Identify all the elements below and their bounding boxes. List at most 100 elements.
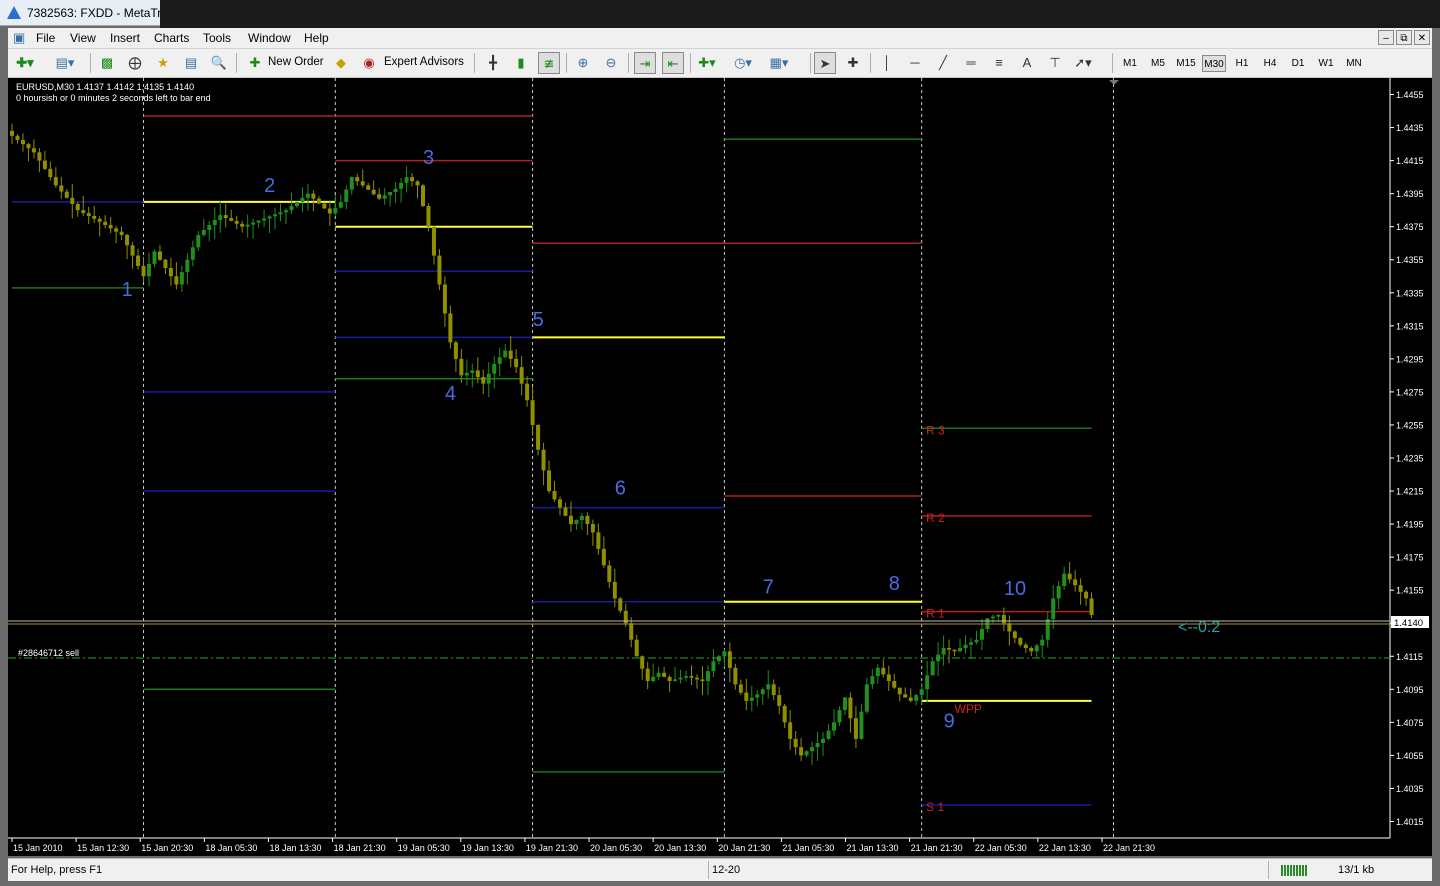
menu-charts[interactable]: Charts [154,31,189,45]
menu-insert[interactable]: Insert [110,31,140,45]
candle-body [1062,573,1067,587]
expert-advisors-icon[interactable]: ◉ [358,52,380,74]
navigator-icon[interactable]: ★ [152,52,174,74]
candle-body [892,681,897,688]
timeframe-m1[interactable]: M1 [1118,55,1142,72]
desktop-strip [160,0,1440,28]
zoom-out-icon[interactable]: ⊖ [600,52,622,74]
candle-body [826,730,831,739]
timeframe-m5[interactable]: M5 [1146,55,1170,72]
templates-icon[interactable]: ▦▾ [768,52,790,74]
candle-body [979,629,984,640]
expert-advisors-button[interactable]: Expert Advisors [384,56,464,68]
candle-body [31,148,36,153]
menu-view[interactable]: View [70,31,96,45]
market-watch-icon[interactable]: ▩ [96,52,118,74]
timeframe-m15[interactable]: M15 [1174,55,1198,72]
price-tick-label: 1.4315 [1396,321,1424,331]
candle-body [700,679,705,682]
restore-icon[interactable]: ⧉ [1396,30,1412,45]
minimize-icon[interactable]: – [1378,30,1394,45]
candlestick-icon[interactable]: ▮ [510,52,532,74]
candle-body [349,177,354,190]
candle-body [579,515,584,520]
timeframe-m30[interactable]: M30 [1202,55,1226,72]
new-chart-icon[interactable]: ✚▾ [14,52,36,74]
toolbar-separator [236,53,237,73]
wave-annotation-9: 9 [944,710,955,732]
candle-body [459,358,464,376]
candle-body [799,747,804,756]
timeframe-w1[interactable]: W1 [1314,55,1338,72]
candle-body [1073,579,1078,586]
candle-body [333,207,338,214]
crosshair-icon[interactable]: ✚ [842,52,864,74]
menu-help[interactable]: Help [304,31,329,45]
arrows-icon[interactable]: ➚▾ [1072,52,1094,74]
bar-chart-icon[interactable]: ╋ [482,52,504,74]
timeframe-d1[interactable]: D1 [1286,55,1310,72]
candle-body [464,372,469,376]
time-tick-label: 20 Jan 05:30 [590,843,642,853]
candle-body [289,206,294,211]
timeframe-h1[interactable]: H1 [1230,55,1254,72]
candle-body [738,684,743,693]
menu-file[interactable]: File [36,31,55,45]
chart-shift-icon[interactable]: ⇤ [662,52,684,74]
candle-body [969,642,973,645]
candle-body [777,695,782,706]
candle-body [755,694,760,698]
candle-body [886,674,891,682]
timeframe-h4[interactable]: H4 [1258,55,1282,72]
new-order-icon[interactable]: ✚ [244,52,266,74]
time-tick-label: 20 Jan 21:30 [718,843,770,853]
vertical-line-icon[interactable]: │ [876,52,898,74]
candle-body [53,177,58,186]
horizontal-line-icon[interactable]: ─ [904,52,926,74]
candle-body [426,206,431,227]
candle-body [1034,645,1039,652]
trendline-icon[interactable]: ╱ [932,52,954,74]
menu-tools[interactable]: Tools [203,31,231,45]
time-tick-label: 15 Jan 12:30 [77,843,129,853]
terminal-icon[interactable]: ▤ [180,52,202,74]
line-chart-icon[interactable]: ≇ [538,52,560,74]
zoom-in-icon[interactable]: ⊕ [572,52,594,74]
candle-body [486,373,491,384]
equidistant-channel-icon[interactable]: ═ [960,52,982,74]
candle-body [695,677,699,680]
profiles-icon[interactable]: ▤▾ [54,52,76,74]
cursor-icon[interactable]: ➤ [814,52,836,74]
candle-body [86,213,91,216]
candle-body [344,189,349,202]
candle-body [136,255,141,266]
candle-body [1023,644,1028,648]
new-order-button[interactable]: New Order [268,56,324,68]
candle-body [771,684,776,696]
candle-body [1018,638,1023,645]
candle-body [1001,614,1006,624]
price-chart[interactable]: 1.4455 1.4435 1.4415 1.4395 1.4375 1.4355 1.43… [8,78,1432,856]
periods-icon[interactable]: ◷▾ [732,52,754,74]
candle-body [448,313,453,343]
metaeditor-icon[interactable]: ◆ [330,52,352,74]
candle-body [656,672,661,677]
candle-body [782,705,787,723]
chart-canvas[interactable]: 1.4455 1.4435 1.4415 1.4395 1.4375 1.4355 1.43… [8,78,1432,856]
text-label-icon[interactable]: ⊤ [1044,52,1066,74]
text-icon[interactable]: A [1016,52,1038,74]
timeframe-mn[interactable]: MN [1342,55,1366,72]
data-window-icon[interactable]: ⨁ [124,52,146,74]
title-bar: 7382563: FXDD - MetaTr [0,0,161,26]
indicators-icon[interactable]: ✚▾ [696,52,718,74]
candle-body [804,751,809,756]
toolbar-separator [90,53,91,73]
candle-body [26,144,31,149]
candle-body [404,177,409,183]
fibonacci-icon[interactable]: ≡ [988,52,1010,74]
menu-window[interactable]: Window [248,31,291,45]
close-icon[interactable]: ✕ [1414,30,1430,45]
strategy-tester-icon[interactable]: 🔍 [208,52,230,74]
auto-scroll-icon[interactable]: ⇥ [634,52,656,74]
chart-window-icon[interactable]: ▣ [13,30,27,45]
